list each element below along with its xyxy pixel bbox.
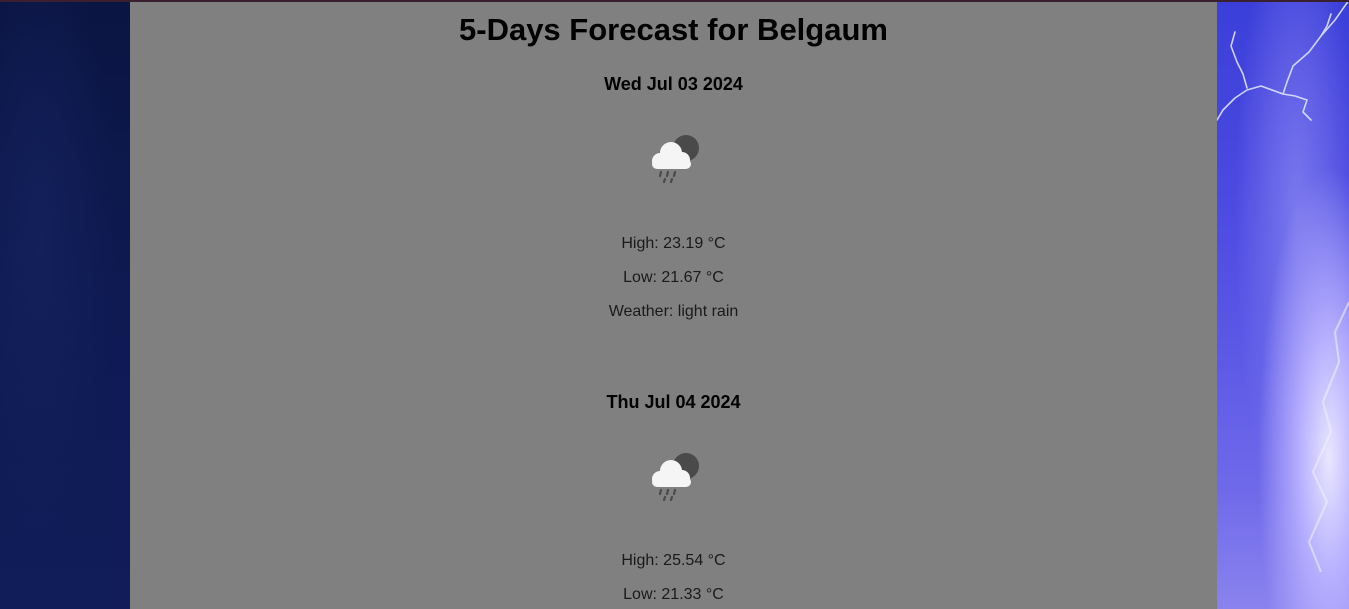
low-temperature: Low: 21.67 °C (623, 269, 724, 286)
day-date: Thu Jul 04 2024 (606, 392, 741, 412)
day-date: Wed Jul 03 2024 (604, 74, 743, 94)
high-temperature: High: 25.54 °C (621, 552, 726, 569)
weather-description: Weather: light rain (608, 303, 739, 320)
low-temperature: Low: 21.33 °C (623, 586, 724, 603)
rain-cloud-moon-icon (652, 135, 699, 184)
background-left (0, 2, 130, 609)
forecast-panel: 5-Days Forecast for Belgaum Wed Jul 03 2… (130, 2, 1217, 609)
lightning-bolt-icon (1217, 2, 1349, 573)
page-title: 5-Days Forecast for Belgaum (459, 12, 888, 47)
lightning-background (1217, 2, 1349, 609)
high-temperature: High: 23.19 °C (621, 235, 726, 252)
rain-cloud-moon-icon (652, 453, 699, 502)
